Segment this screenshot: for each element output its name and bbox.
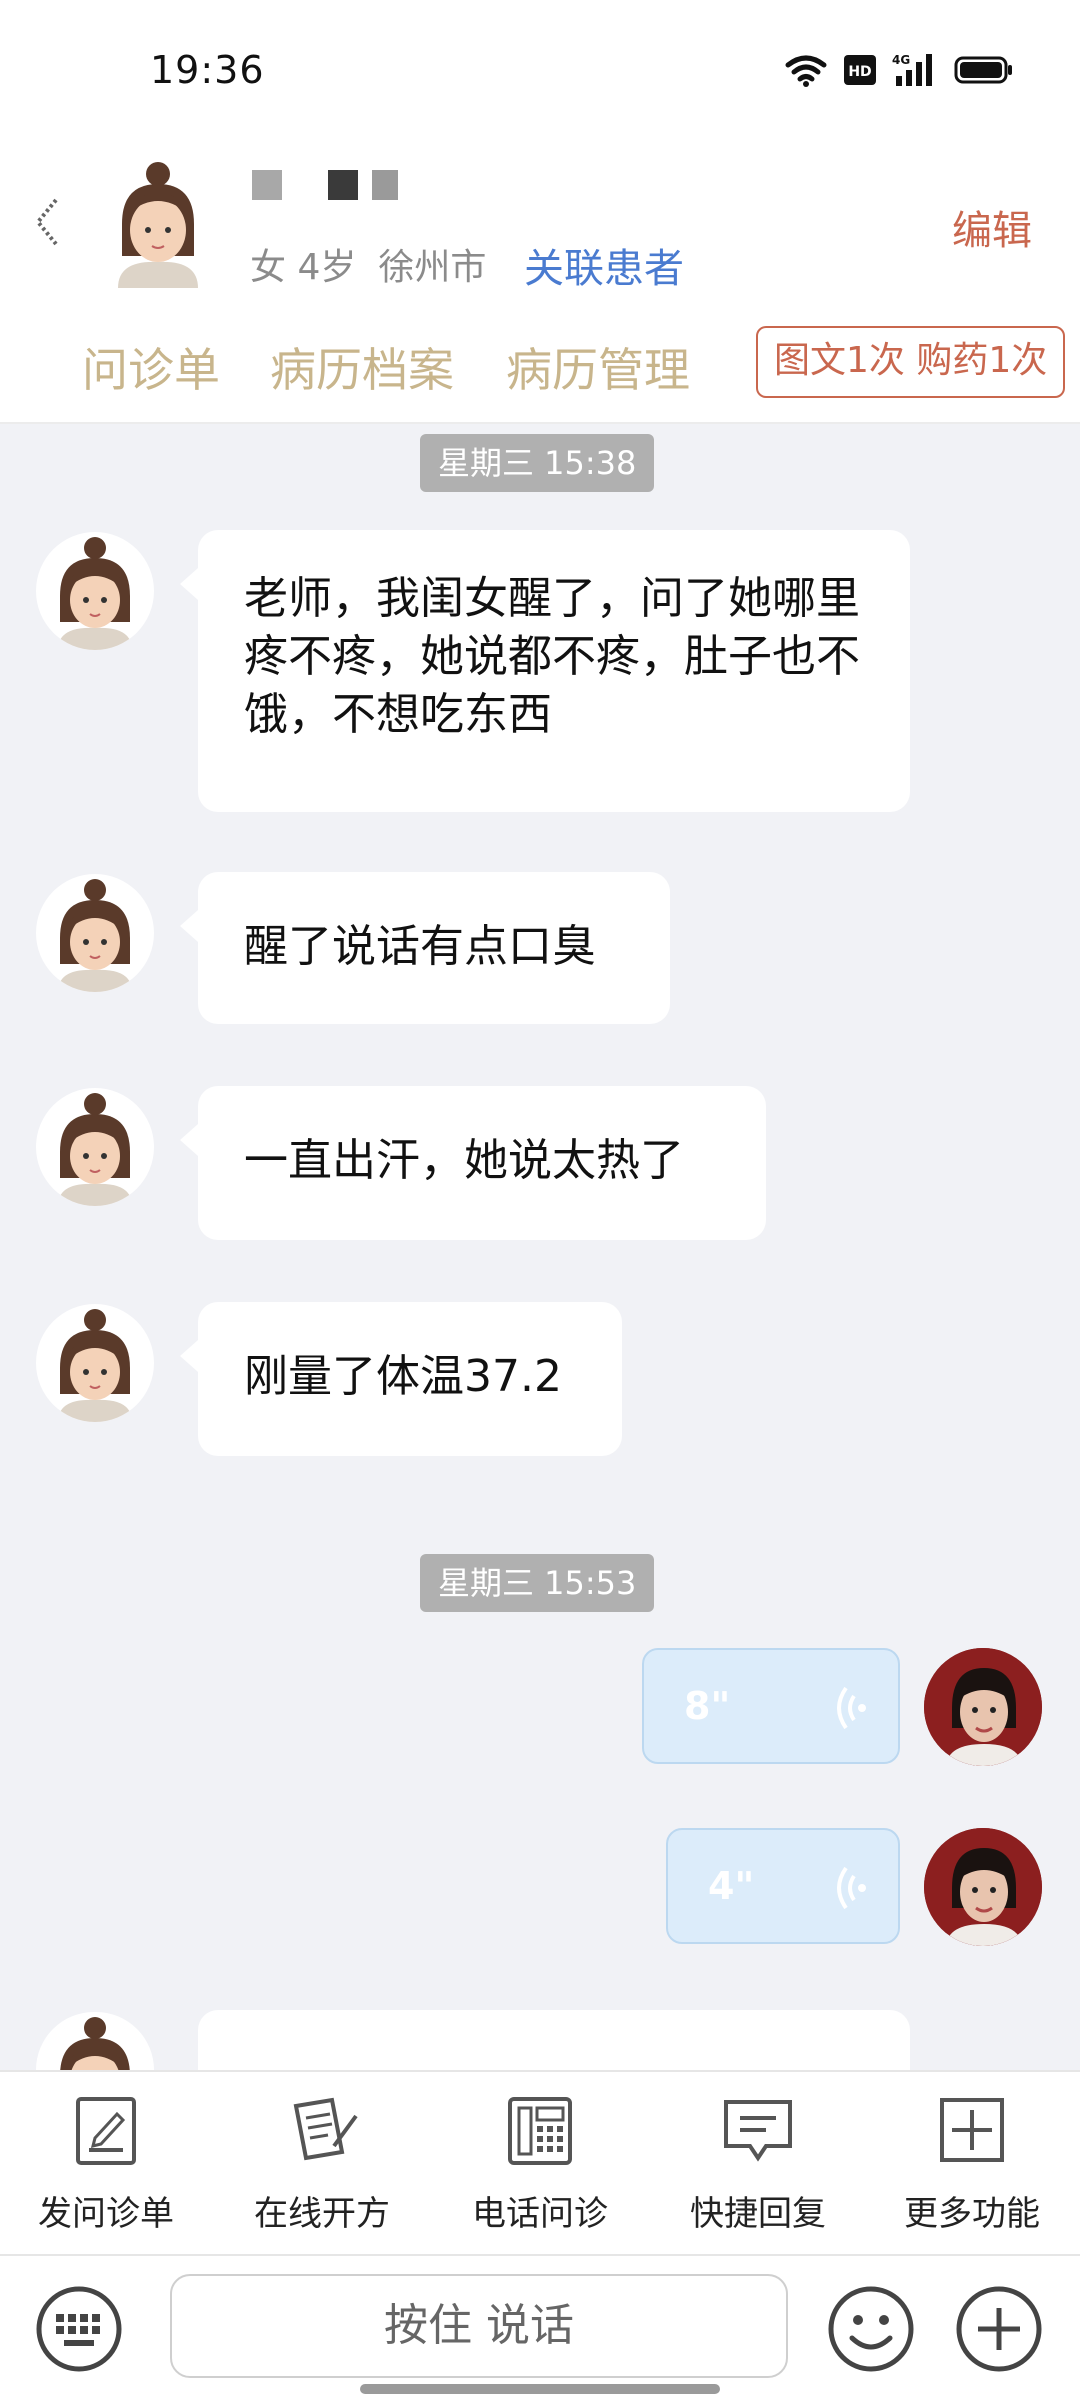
quick-reply-icon xyxy=(724,2100,792,2162)
hd-icon: HD xyxy=(844,55,876,85)
keyboard-icon[interactable] xyxy=(34,2284,124,2374)
message-text: 刚量了体温37.2 xyxy=(244,1351,562,1402)
message-text: 一直出汗，她说太热了 xyxy=(244,1135,684,1186)
phone-consult-button[interactable]: 电话问诊 xyxy=(450,2096,630,2235)
avatar xyxy=(36,1088,154,1206)
message-bubble[interactable]: 刚量了体温37.2 xyxy=(180,1302,622,1456)
patient-gender-age: 女 4岁 xyxy=(250,247,357,288)
form-edit-icon xyxy=(76,2097,136,2165)
tab-medical-records[interactable]: 病历档案 xyxy=(270,334,454,400)
message-text: 老师，我闺女醒了，问了她哪里疼不疼，她说都不疼，肚子也不饿，不想吃东西 xyxy=(244,573,860,740)
more-functions-button[interactable]: 更多功能 xyxy=(882,2096,1062,2235)
function-label: 发问诊单 xyxy=(38,2194,174,2234)
avatar xyxy=(36,2012,154,2070)
emoji-icon[interactable] xyxy=(826,2284,916,2374)
function-label: 电话问诊 xyxy=(472,2194,608,2234)
edit-button[interactable]: 编辑 xyxy=(952,198,1032,256)
voice-wave-icon xyxy=(837,1866,866,1910)
timestamp-chip: 星期三 15:38 xyxy=(420,434,655,492)
wifi-icon xyxy=(785,55,827,87)
back-icon[interactable] xyxy=(32,196,64,248)
doctor-avatar xyxy=(924,1648,1042,1766)
phone-icon xyxy=(508,2097,572,2165)
quick-reply-button[interactable]: 快捷回复 xyxy=(668,2096,848,2235)
service-quota-badge[interactable]: 图文1次 购药1次 xyxy=(756,326,1066,398)
online-prescription-button[interactable]: 在线开方 xyxy=(232,2096,412,2235)
avatar xyxy=(36,874,154,992)
status-time: 19:36 xyxy=(150,48,265,92)
battery-icon xyxy=(954,56,1012,84)
timestamp-chip: 星期三 15:53 xyxy=(420,1554,655,1612)
status-icons: HD 4G xyxy=(784,52,1014,88)
avatar xyxy=(36,1304,154,1422)
patient-meta: 女 4岁 徐州市 xyxy=(250,238,486,290)
message-bubble[interactable] xyxy=(198,2010,910,2070)
tab-consultation-form[interactable]: 问诊单 xyxy=(82,334,220,400)
home-indicator[interactable] xyxy=(360,2384,720,2394)
press-to-talk-button[interactable]: 按住 说话 xyxy=(170,2274,788,2378)
doctor-avatar xyxy=(924,1828,1042,1946)
voice-wave-icon xyxy=(837,1686,866,1730)
voice-duration: 4" xyxy=(708,1864,755,1908)
voice-message[interactable]: 8" xyxy=(642,1648,900,1764)
prescription-icon xyxy=(293,2097,358,2161)
send-consult-form-button[interactable]: 发问诊单 xyxy=(16,2096,196,2235)
link-patient-button[interactable]: 关联患者 xyxy=(524,236,684,294)
tab-record-management[interactable]: 病历管理 xyxy=(506,334,690,400)
plus-square-icon xyxy=(940,2098,1004,2162)
message-bubble[interactable]: 老师，我闺女醒了，问了她哪里疼不疼，她说都不疼，肚子也不饿，不想吃东西 xyxy=(180,530,910,812)
patient-avatar xyxy=(118,162,198,288)
patient-city: 徐州市 xyxy=(378,247,487,288)
function-label: 在线开方 xyxy=(254,2194,390,2234)
plus-icon[interactable] xyxy=(954,2284,1044,2374)
svg-text:4G: 4G xyxy=(892,53,910,67)
voice-message[interactable]: 4" xyxy=(666,1828,900,1944)
patient-name-redacted xyxy=(252,170,398,200)
voice-duration: 8" xyxy=(684,1684,731,1728)
message-bubble[interactable]: 一直出汗，她说太热了 xyxy=(180,1086,766,1240)
function-label: 更多功能 xyxy=(904,2194,1040,2234)
signal-4g-icon: 4G xyxy=(892,53,932,86)
svg-text:HD: HD xyxy=(848,64,871,80)
message-bubble[interactable]: 醒了说话有点口臭 xyxy=(180,872,670,1024)
function-label: 快捷回复 xyxy=(690,2194,826,2234)
avatar xyxy=(36,532,154,650)
message-text: 醒了说话有点口臭 xyxy=(244,921,596,972)
